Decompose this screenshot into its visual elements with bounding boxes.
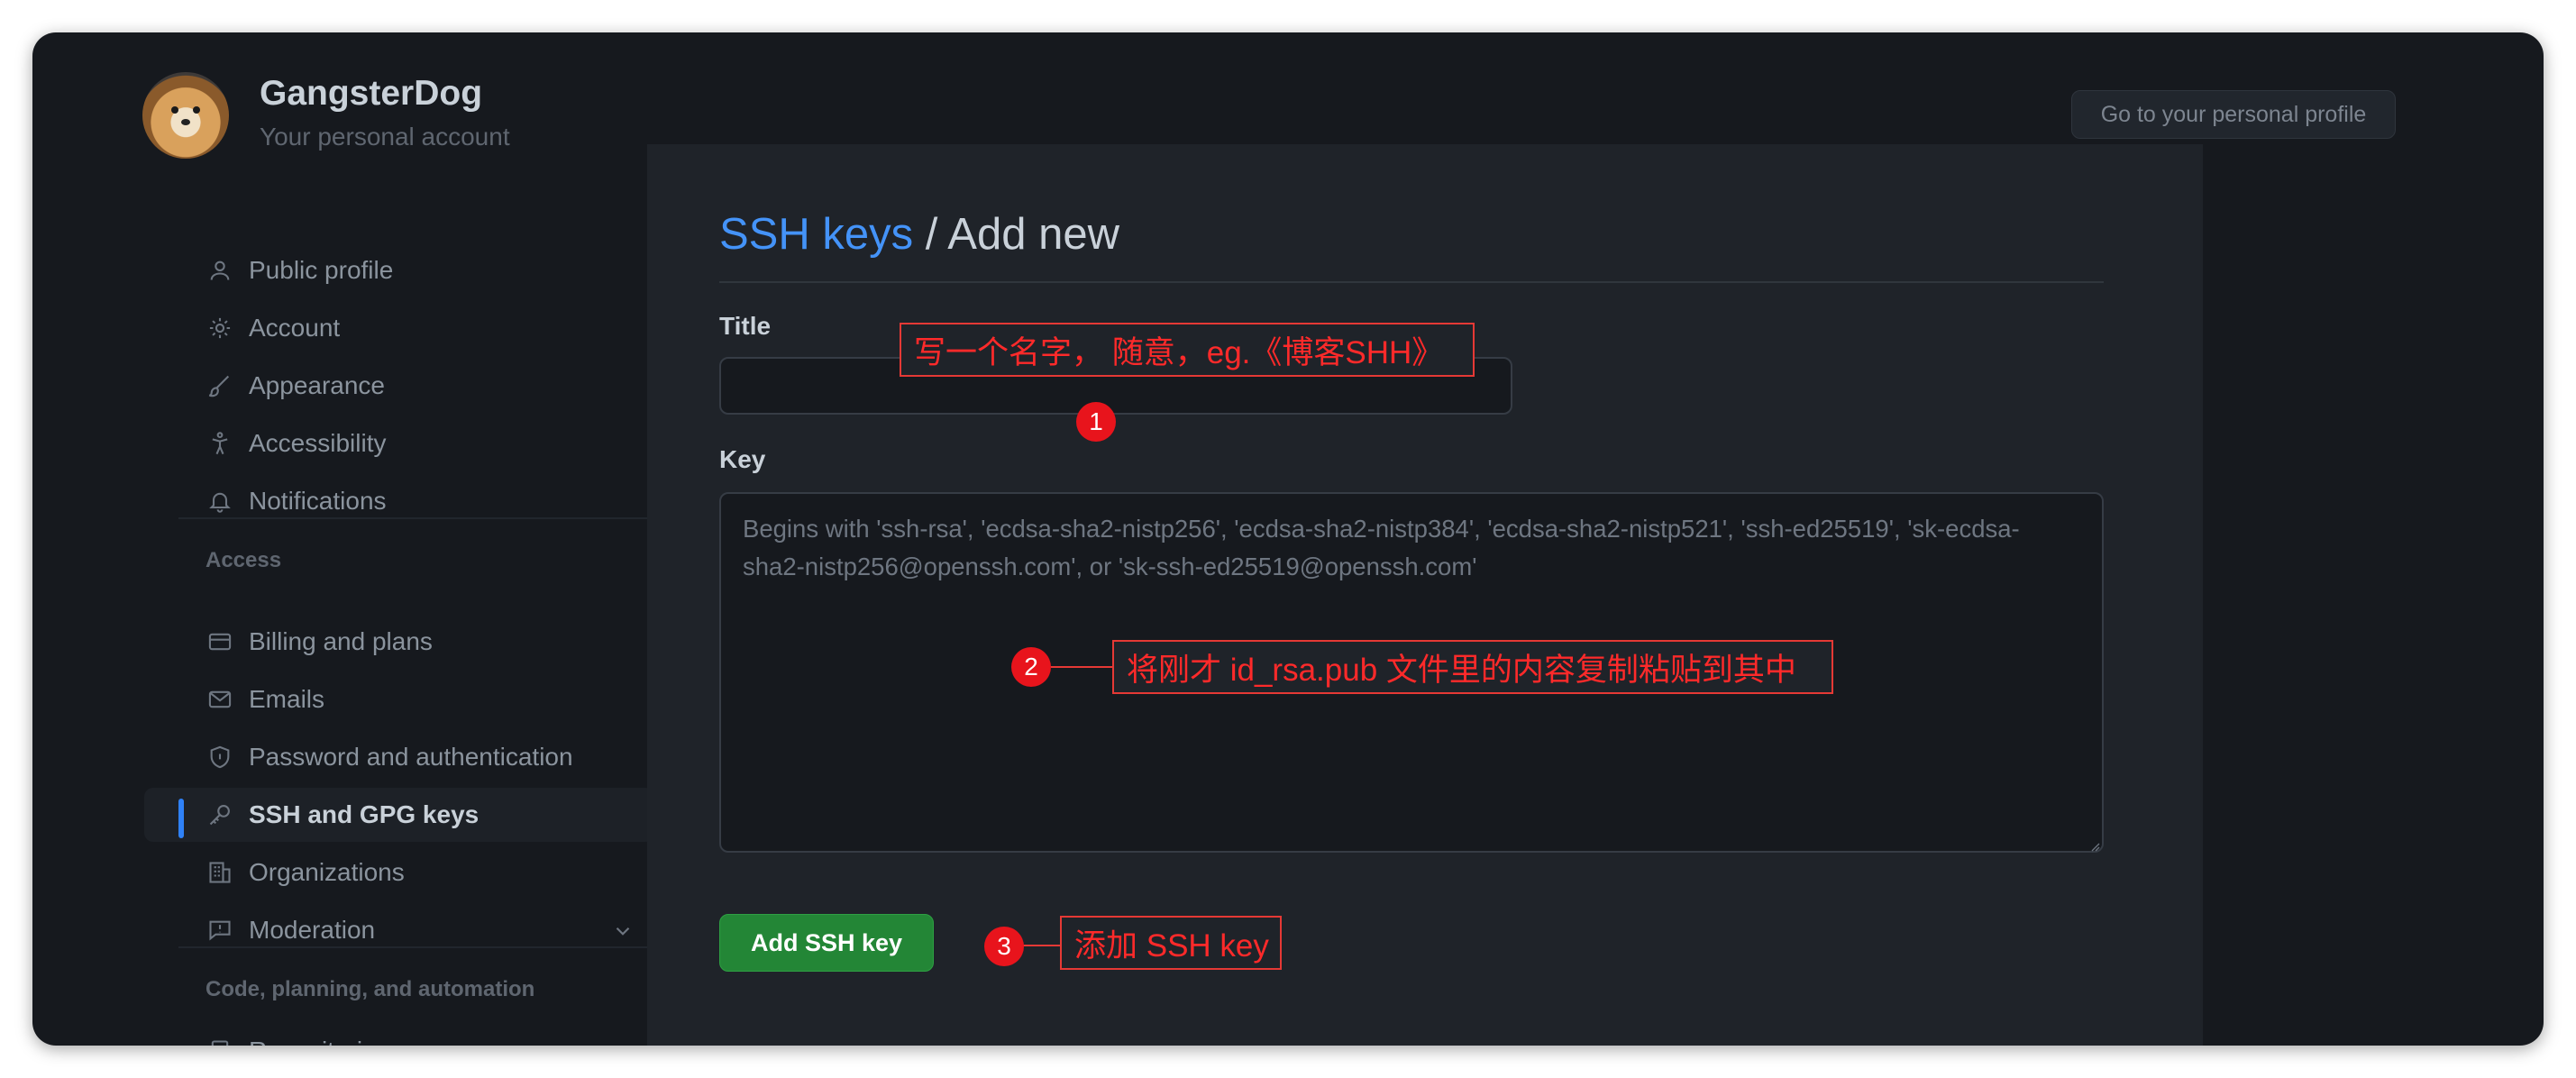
repo-icon [206,1037,234,1046]
title-field-label: Title [719,312,772,340]
page-title: SSH keys / Add new [719,209,1119,260]
gear-icon [206,314,234,343]
sidebar-item-label: Repositories [249,1037,389,1046]
person-icon [206,256,234,285]
key-icon [206,800,234,829]
sidebar-item-organizations[interactable]: Organizations [144,845,654,900]
avatar[interactable] [142,72,229,159]
annotation-3-marker: 3 [984,927,1024,966]
accessibility-icon [206,429,234,458]
sidebar-item-label: Password and authentication [249,743,573,771]
sidebar-item-label: Organizations [249,858,405,886]
sidebar-item-label: Account [249,314,341,342]
sidebar-item-label: Moderation [249,916,376,944]
sidebar-item-password-auth[interactable]: Password and authentication [144,730,654,784]
sidebar-item-repositories[interactable]: Repositories [144,1024,654,1046]
sidebar-item-ssh-gpg-keys[interactable]: SSH and GPG keys [144,788,654,842]
sidebar-heading-access: Access [206,548,282,572]
annotation-2-label: 将刚才 id_rsa.pub 文件里的内容复制粘贴到其中 [1112,640,1833,694]
account-subtitle: Your personal account [260,123,510,151]
paintbrush-icon [206,371,234,400]
mail-icon [206,685,234,714]
breadcrumb-current: Add new [947,210,1119,259]
annotation-connector [1051,666,1112,668]
account-username: GangsterDog [260,74,483,113]
app-window: GangsterDog Your personal account Go to … [32,32,2544,1046]
sidebar-item-label: Appearance [249,371,386,399]
sidebar-item-label: SSH and GPG keys [249,800,480,828]
breadcrumb-separator: / [913,210,948,259]
sidebar-item-label: Public profile [249,256,394,284]
sidebar-item-label: Notifications [249,487,387,515]
chevron-down-icon[interactable] [611,919,635,947]
active-indicator [178,799,184,838]
bell-icon [206,487,234,516]
sidebar-item-moderation[interactable]: Moderation [144,903,654,957]
credit-card-icon [206,627,234,656]
main-content: SSH keys / Add new Title Key Add SSH key… [647,144,2203,1046]
go-to-profile-button[interactable]: Go to your personal profile [2071,90,2396,139]
sidebar-item-accessibility[interactable]: Accessibility [144,416,654,470]
title-divider [719,281,2104,283]
sidebar-item-public-profile[interactable]: Public profile [144,243,654,297]
organization-icon [206,858,234,887]
sidebar-heading-code: Code, planning, and automation [206,977,535,1001]
sidebar-item-appearance[interactable]: Appearance [144,359,654,413]
sidebar-item-billing[interactable]: Billing and plans [144,615,654,669]
sidebar-item-label: Emails [249,685,325,713]
sidebar-item-label: Billing and plans [249,627,433,655]
add-ssh-key-button[interactable]: Add SSH key [719,914,934,972]
annotation-1-label: 写一个名字， 随意，eg.《博客SHH》 [900,323,1475,377]
sidebar-divider [178,517,671,519]
annotation-1-marker: 1 [1076,402,1116,442]
key-field-label: Key [719,445,766,473]
resize-grip-icon[interactable] [2089,840,2100,856]
sidebar-item-notifications[interactable]: Notifications [144,474,654,528]
sidebar-item-account[interactable]: Account [144,301,654,355]
sidebar-divider [178,946,671,948]
sidebar-item-label: Accessibility [249,429,387,457]
report-icon [206,916,234,945]
shield-icon [206,743,234,772]
annotation-3-label: 添加 SSH key [1060,916,1282,970]
sidebar-item-emails[interactable]: Emails [144,672,654,726]
annotation-2-marker: 2 [1011,647,1051,687]
breadcrumb-ssh-keys-link[interactable]: SSH keys [719,210,913,259]
